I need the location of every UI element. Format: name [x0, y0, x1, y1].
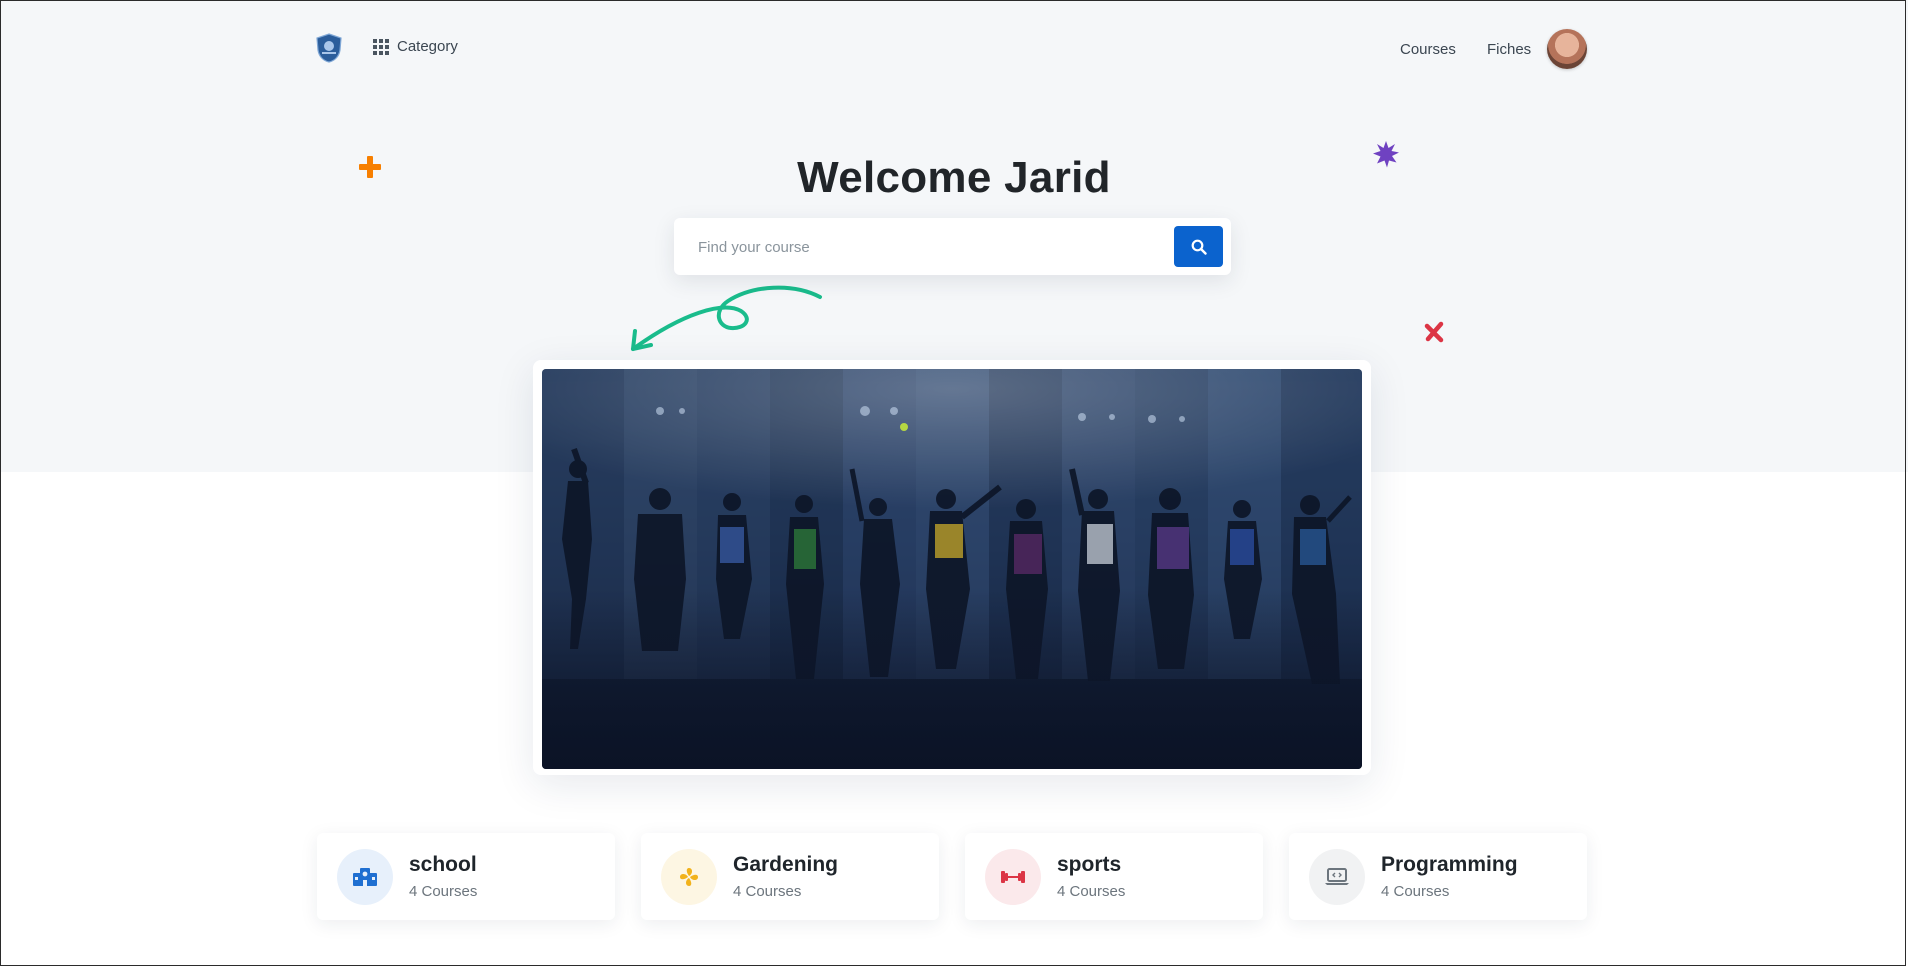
category-count: 4 Courses [1381, 883, 1450, 900]
category-title: sports [1057, 853, 1122, 876]
nav-link-courses[interactable]: Courses [1400, 41, 1456, 58]
curved-arrow-icon [631, 285, 822, 351]
flower-icon [661, 849, 717, 905]
search-button[interactable] [1174, 226, 1223, 267]
category-count: 4 Courses [1057, 883, 1126, 900]
user-avatar[interactable] [1547, 29, 1587, 69]
laptop-code-icon [1309, 849, 1365, 905]
athletes-banner-image [542, 369, 1362, 769]
category-card-gardening[interactable]: Gardening 4 Courses [641, 833, 939, 920]
category-count: 4 Courses [409, 883, 478, 900]
logo-icon[interactable] [316, 33, 342, 63]
category-label: Category [397, 38, 458, 55]
nav-link-fiches[interactable]: Fiches [1487, 41, 1531, 58]
category-card-school[interactable]: school 4 Courses [317, 833, 615, 920]
search-input[interactable] [696, 230, 1160, 265]
school-icon [337, 849, 393, 905]
dumbbell-icon [985, 849, 1041, 905]
category-menu-button[interactable]: Category [373, 38, 458, 55]
category-title: Programming [1381, 853, 1518, 876]
category-title: Gardening [733, 853, 839, 876]
category-count: 4 Courses [733, 883, 802, 900]
search-icon [1191, 239, 1207, 255]
search-bar [674, 218, 1231, 275]
category-card-programming[interactable]: Programming 4 Courses [1289, 833, 1587, 920]
banner-frame [533, 360, 1371, 775]
cross-icon [1424, 321, 1444, 343]
page-title: Welcome Jarid [797, 153, 1111, 202]
grid-icon [373, 38, 389, 55]
category-title: school [409, 853, 477, 876]
category-card-sports[interactable]: sports 4 Courses [965, 833, 1263, 920]
